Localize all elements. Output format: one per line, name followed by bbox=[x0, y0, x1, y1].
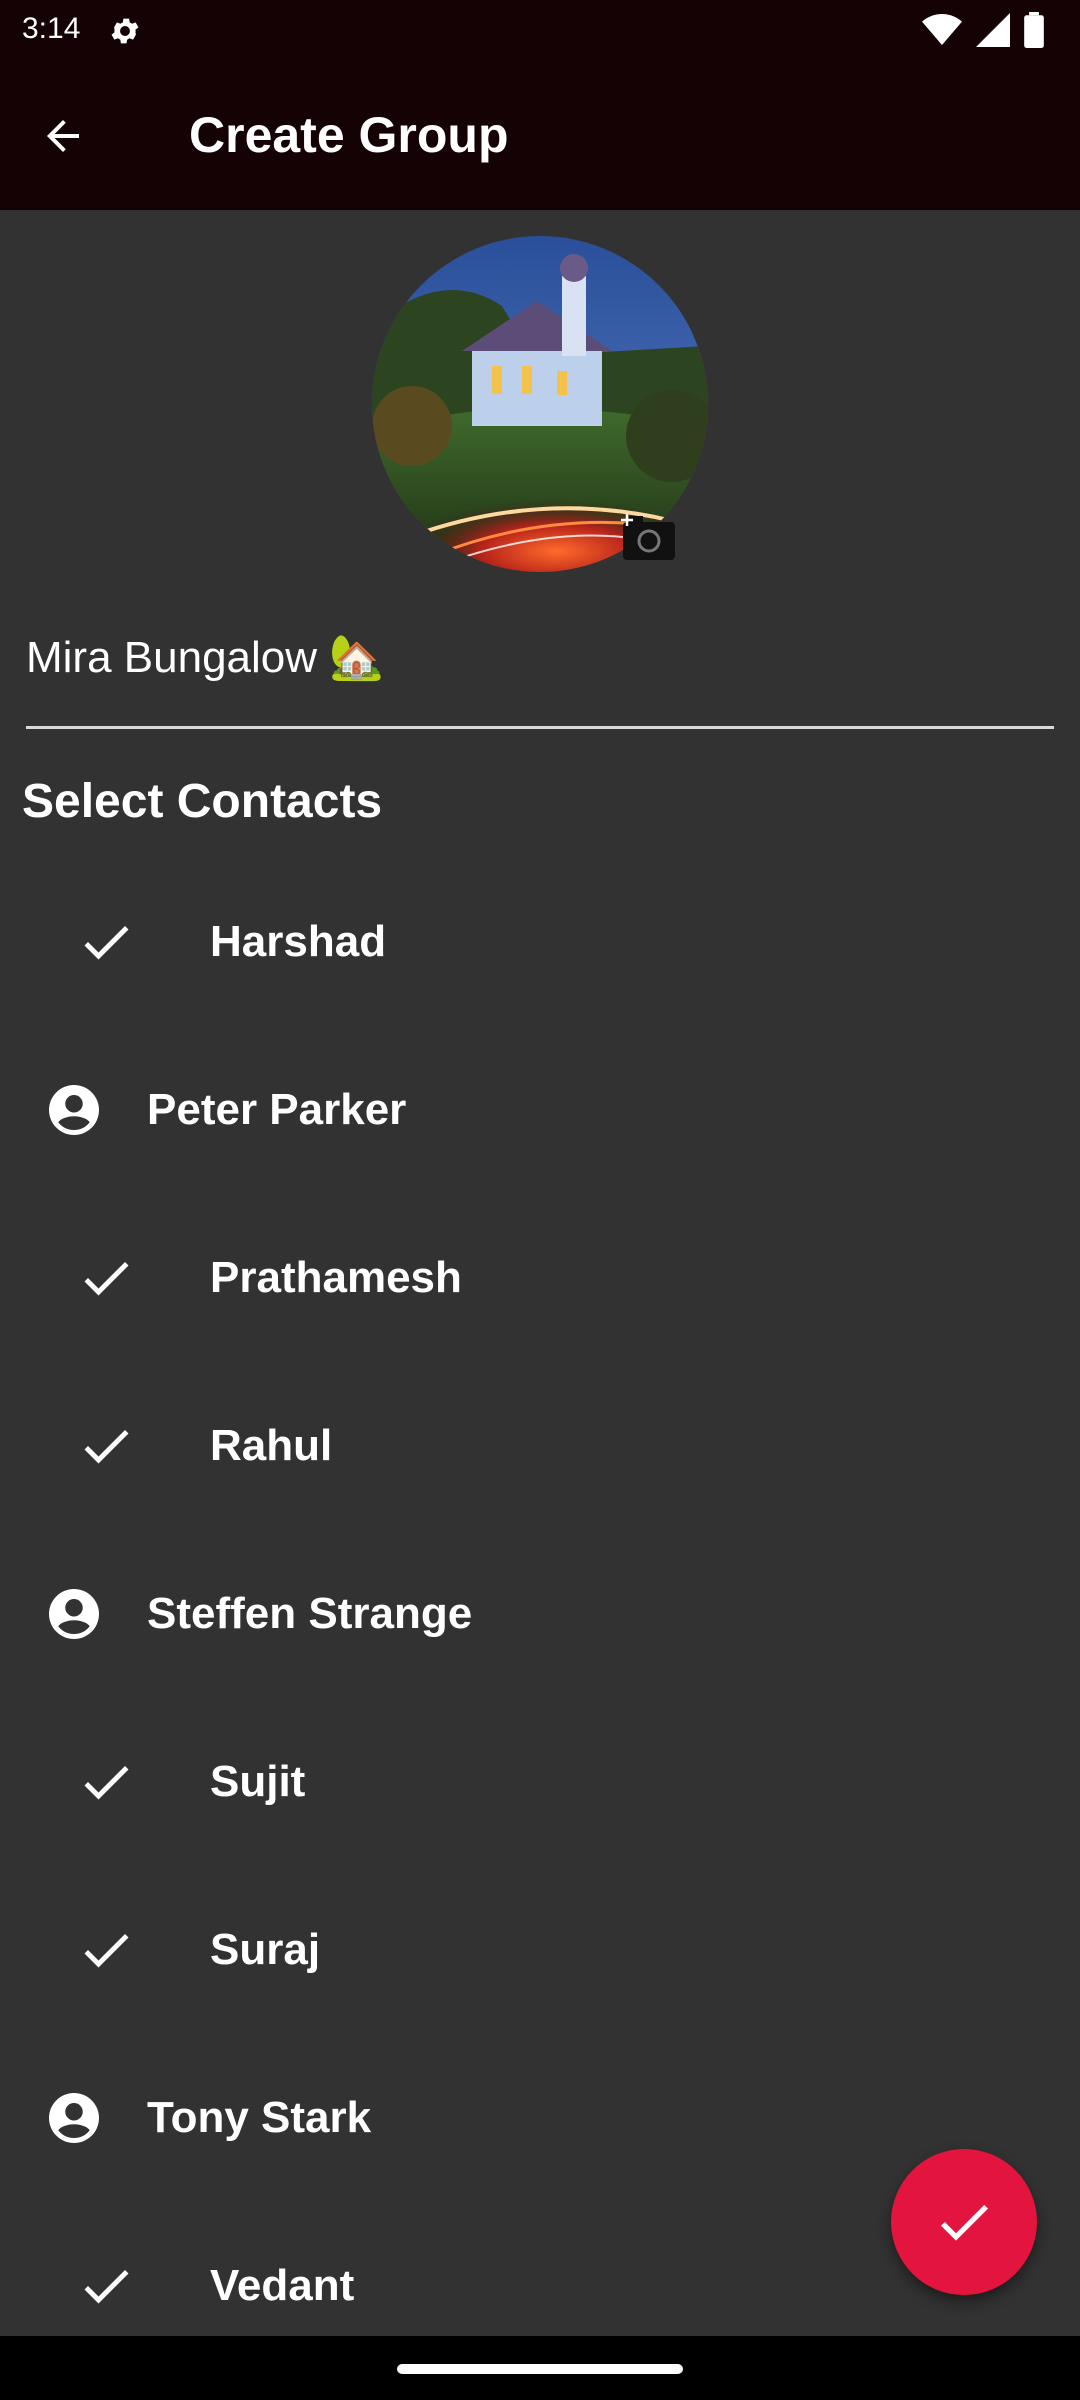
battery-icon bbox=[1024, 12, 1044, 48]
contact-name: Harshad bbox=[210, 917, 387, 966]
page-title: Create Group bbox=[189, 107, 509, 163]
contact-row[interactable]: Rahul bbox=[0, 1386, 1080, 1554]
account-circle-icon bbox=[49, 1589, 99, 1639]
group-name-value: Mira Bungalow 🏡 bbox=[26, 633, 385, 682]
account-circle-icon bbox=[49, 1085, 99, 1135]
check-icon bbox=[84, 1766, 129, 1800]
section-title: Select Contacts bbox=[22, 775, 383, 828]
arrow-back-icon bbox=[47, 120, 79, 152]
check-icon bbox=[84, 2270, 129, 2304]
check-icon bbox=[84, 1430, 129, 1464]
account-circle-icon bbox=[49, 2093, 99, 2143]
back-button[interactable] bbox=[30, 103, 96, 169]
contact-row[interactable]: Sujit bbox=[0, 1722, 1080, 1890]
contact-name: Prathamesh bbox=[210, 1253, 462, 1302]
contact-name: Rahul bbox=[210, 1421, 333, 1470]
signal-icon bbox=[976, 13, 1010, 47]
contact-row[interactable]: Peter Parker bbox=[0, 1050, 1080, 1218]
contact-name: Vedant bbox=[210, 2261, 355, 2310]
contact-name: Suraj bbox=[210, 1925, 321, 1974]
camera-icon[interactable] bbox=[621, 512, 677, 562]
system-nav-bar bbox=[0, 2336, 1080, 2400]
check-icon bbox=[84, 1262, 129, 1296]
wifi-icon bbox=[922, 14, 962, 45]
contact-row[interactable]: Steffen Strange bbox=[0, 1554, 1080, 1722]
contact-name: Peter Parker bbox=[147, 1085, 407, 1134]
contact-name: Sujit bbox=[210, 1757, 306, 1806]
group-name-field[interactable]: Mira Bungalow 🏡 bbox=[26, 620, 1054, 729]
contact-name: Tony Stark bbox=[147, 2093, 372, 2142]
contact-row[interactable]: Harshad bbox=[0, 882, 1080, 1050]
group-avatar-picker[interactable] bbox=[372, 236, 708, 572]
confirm-create-group-button[interactable] bbox=[891, 2149, 1037, 2295]
check-icon bbox=[84, 1934, 129, 1968]
status-bar: 3:14 bbox=[0, 0, 1080, 62]
contact-row[interactable]: Prathamesh bbox=[0, 1218, 1080, 1386]
status-time: 3:14 bbox=[22, 12, 81, 45]
home-gesture-handle[interactable] bbox=[397, 2364, 683, 2374]
gear-icon bbox=[111, 18, 139, 44]
contact-row[interactable]: Suraj bbox=[0, 1890, 1080, 2058]
check-icon bbox=[84, 926, 129, 960]
app-bar: Create Group bbox=[0, 62, 1080, 210]
contact-name: Steffen Strange bbox=[147, 1589, 473, 1638]
check-icon bbox=[941, 2204, 988, 2241]
